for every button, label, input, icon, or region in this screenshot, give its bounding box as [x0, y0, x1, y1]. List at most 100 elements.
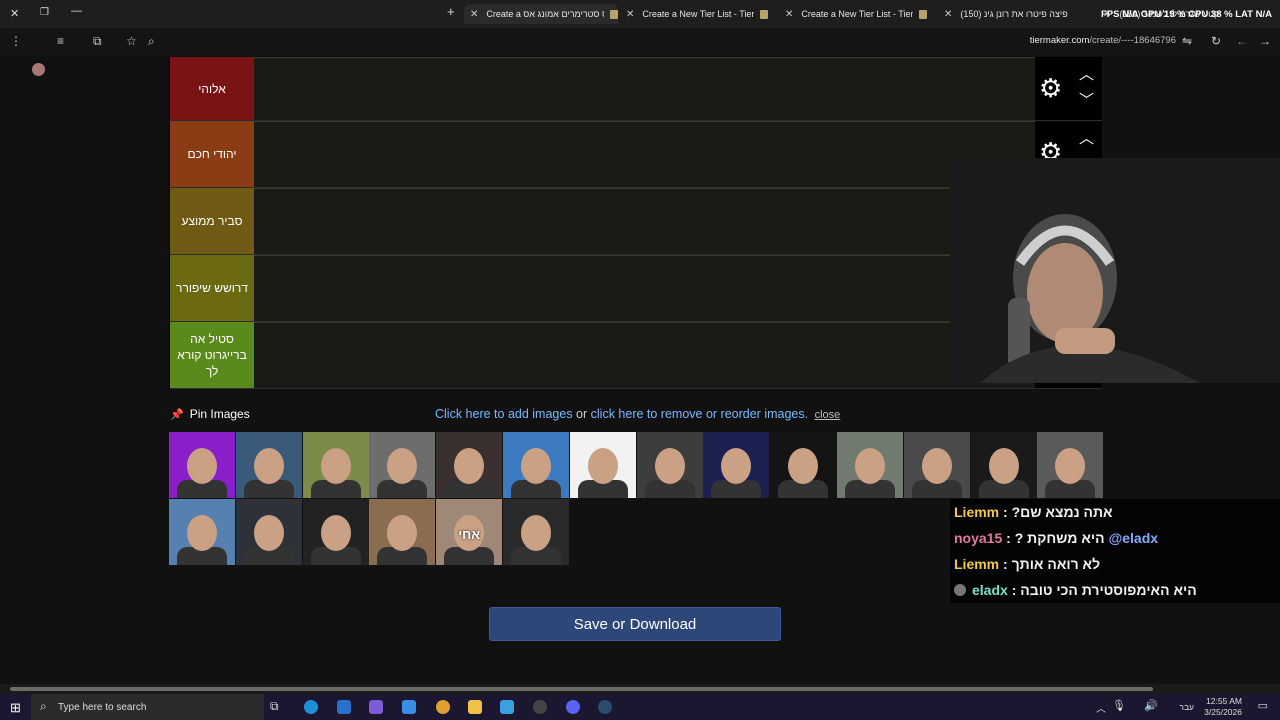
bookmark-star-icon[interactable]: ☆: [126, 34, 137, 48]
extensions-icon[interactable]: ⧉: [93, 34, 102, 49]
microphone-icon[interactable]: 🎙: [1112, 699, 1126, 712]
chevron-up-icon[interactable]: ︿: [1079, 127, 1094, 148]
chat-message: noya15 : ? היא משחקת @eladx: [950, 525, 1280, 551]
tab-close-icon[interactable]: ✕: [470, 9, 478, 20]
reorder-images-link[interactable]: click here to remove or reorder images.: [591, 407, 808, 421]
tier-image-thumbnail[interactable]: [636, 432, 703, 498]
profile-avatar[interactable]: [32, 63, 45, 76]
notifications-icon[interactable]: ▭: [1258, 699, 1268, 712]
menu-icon[interactable]: ⋮: [10, 34, 22, 48]
tier-image-thumbnail[interactable]: [235, 499, 302, 565]
thumbnail-face: [320, 515, 351, 551]
media-icon[interactable]: ≡: [57, 34, 64, 48]
app-icon[interactable]: [402, 700, 416, 714]
taskbar-search[interactable]: ⌕ Type here to search: [31, 694, 264, 720]
thumbnail-face: [253, 515, 284, 551]
scrollbar-thumb[interactable]: [10, 687, 1153, 691]
pin-images-toggle[interactable]: 📌 Pin Images: [170, 407, 250, 421]
thumbnail-face: [788, 448, 819, 484]
chat-message: Liemm : לא רואה אותך: [950, 551, 1280, 577]
thumbnail-face: [921, 448, 952, 484]
tier-label[interactable]: סטיל אה ברייגרוט קורא לך: [170, 322, 254, 388]
horizontal-scrollbar[interactable]: [0, 684, 1280, 694]
tier-image-thumbnail[interactable]: [703, 432, 770, 498]
chat-mention: @eladx: [1108, 530, 1159, 546]
tab-close-icon[interactable]: ✕: [944, 9, 952, 20]
obs-icon[interactable]: [533, 700, 547, 714]
edge-icon[interactable]: [304, 700, 318, 714]
tier-image-thumbnail[interactable]: אחי: [436, 499, 503, 565]
tier-label[interactable]: סביר ממוצע: [170, 188, 254, 254]
steam-icon[interactable]: [598, 700, 612, 714]
close-window-icon[interactable]: ✕: [10, 7, 19, 20]
tab-label: Create a New Tier List - TierMaker: [642, 9, 755, 19]
tier-drop-zone[interactable]: [254, 188, 1035, 254]
tab-3[interactable]: ✕ (150) פיצה פיטרו את רונן גינ: [944, 4, 1094, 24]
back-icon[interactable]: ←: [1236, 34, 1248, 48]
volume-icon[interactable]: 🔊: [1144, 699, 1158, 712]
store-icon[interactable]: [337, 700, 351, 714]
tab-label: Create a New Tier List - TierMaker: [801, 9, 914, 19]
tier-image-thumbnail[interactable]: [569, 432, 636, 498]
tier-image-thumbnail[interactable]: [235, 432, 302, 498]
close-link[interactable]: close: [815, 409, 841, 421]
zoom-icon[interactable]: ⌕: [148, 34, 155, 49]
tier-image-thumbnail[interactable]: [770, 432, 837, 498]
tier-image-thumbnail[interactable]: [369, 499, 436, 565]
tier-drop-zone[interactable]: [254, 255, 1035, 321]
tier-row[interactable]: אלוהי ⚙ ︿ ﹀: [170, 57, 1102, 121]
tier-image-thumbnail[interactable]: [503, 499, 569, 565]
thumbnail-face: [721, 448, 752, 484]
windows-start-icon[interactable]: ⊞: [10, 700, 21, 716]
site-settings-icon[interactable]: ⇋: [1182, 34, 1192, 48]
file-explorer-icon[interactable]: [468, 700, 482, 714]
add-images-link[interactable]: Click here to add images: [435, 407, 573, 421]
tier-image-thumbnail[interactable]: [169, 432, 235, 498]
discord-icon[interactable]: [566, 700, 580, 714]
tier-image-thumbnail[interactable]: [436, 432, 503, 498]
save-download-button[interactable]: Save or Download: [489, 607, 781, 641]
tier-image-thumbnail[interactable]: [903, 432, 970, 498]
gear-icon[interactable]: ⚙: [1039, 73, 1062, 104]
tab-0[interactable]: ✕ Create a אס סטרימרים אמונג אס Tier: [464, 4, 618, 24]
forward-icon[interactable]: →: [1259, 34, 1271, 48]
tier-image-thumbnail[interactable]: [837, 432, 903, 498]
tab-close-icon[interactable]: ✕: [626, 9, 634, 20]
taskbar-clock[interactable]: 12:55 AM 3/25/2026: [1204, 696, 1242, 718]
language-indicator[interactable]: עבר: [1179, 702, 1194, 712]
tab-close-icon[interactable]: ✕: [785, 9, 793, 20]
minimize-window-icon[interactable]: —: [71, 5, 82, 17]
tier-image-thumbnail[interactable]: [1037, 432, 1104, 498]
tab-2[interactable]: ✕ Create a New Tier List - TierMaker: [785, 4, 933, 24]
tier-image-thumbnail[interactable]: [302, 499, 369, 565]
thumbnail-face: [253, 448, 284, 484]
tier-controls: ⚙ ︿ ﹀: [1035, 57, 1102, 120]
tab-favicon-icon: [919, 9, 928, 19]
task-view-icon[interactable]: ⧉: [270, 699, 279, 714]
tier-label[interactable]: אלוהי: [170, 57, 254, 120]
tier-drop-zone[interactable]: [254, 121, 1035, 187]
tier-drop-zone[interactable]: [254, 322, 1035, 388]
tier-image-thumbnail[interactable]: [369, 432, 436, 498]
tier-image-thumbnail[interactable]: [302, 432, 369, 498]
tab-1[interactable]: ✕ Create a New Tier List - TierMaker: [626, 4, 774, 24]
tier-image-thumbnail[interactable]: [970, 432, 1037, 498]
chat-username: eladx: [972, 582, 1008, 598]
windows-taskbar: ⊞ ⌕ Type here to search ⧉ ︿ 🎙 🔊 עבר 12:5…: [0, 694, 1280, 720]
tier-label[interactable]: יהודי חכם: [170, 121, 254, 187]
tray-chevron-icon[interactable]: ︿: [1096, 700, 1106, 715]
thumbnail-face: [187, 515, 217, 551]
reload-icon[interactable]: ↻: [1211, 34, 1221, 48]
restore-window-icon[interactable]: ❐: [40, 7, 49, 18]
tier-drop-zone[interactable]: [254, 57, 1035, 120]
tier-label[interactable]: דרושש שיפורר: [170, 255, 254, 321]
tier-image-thumbnail[interactable]: [503, 432, 569, 498]
tier-image-thumbnail[interactable]: [169, 499, 235, 565]
address-bar[interactable]: tiermaker.com/create/----18646796: [1030, 35, 1176, 46]
chrome-icon[interactable]: [436, 700, 450, 714]
copilot-icon[interactable]: [369, 700, 383, 714]
app-icon[interactable]: [500, 700, 514, 714]
chevron-up-icon[interactable]: ︿: [1079, 63, 1094, 84]
new-tab-icon[interactable]: +: [447, 4, 455, 19]
chevron-down-icon[interactable]: ﹀: [1079, 89, 1094, 110]
